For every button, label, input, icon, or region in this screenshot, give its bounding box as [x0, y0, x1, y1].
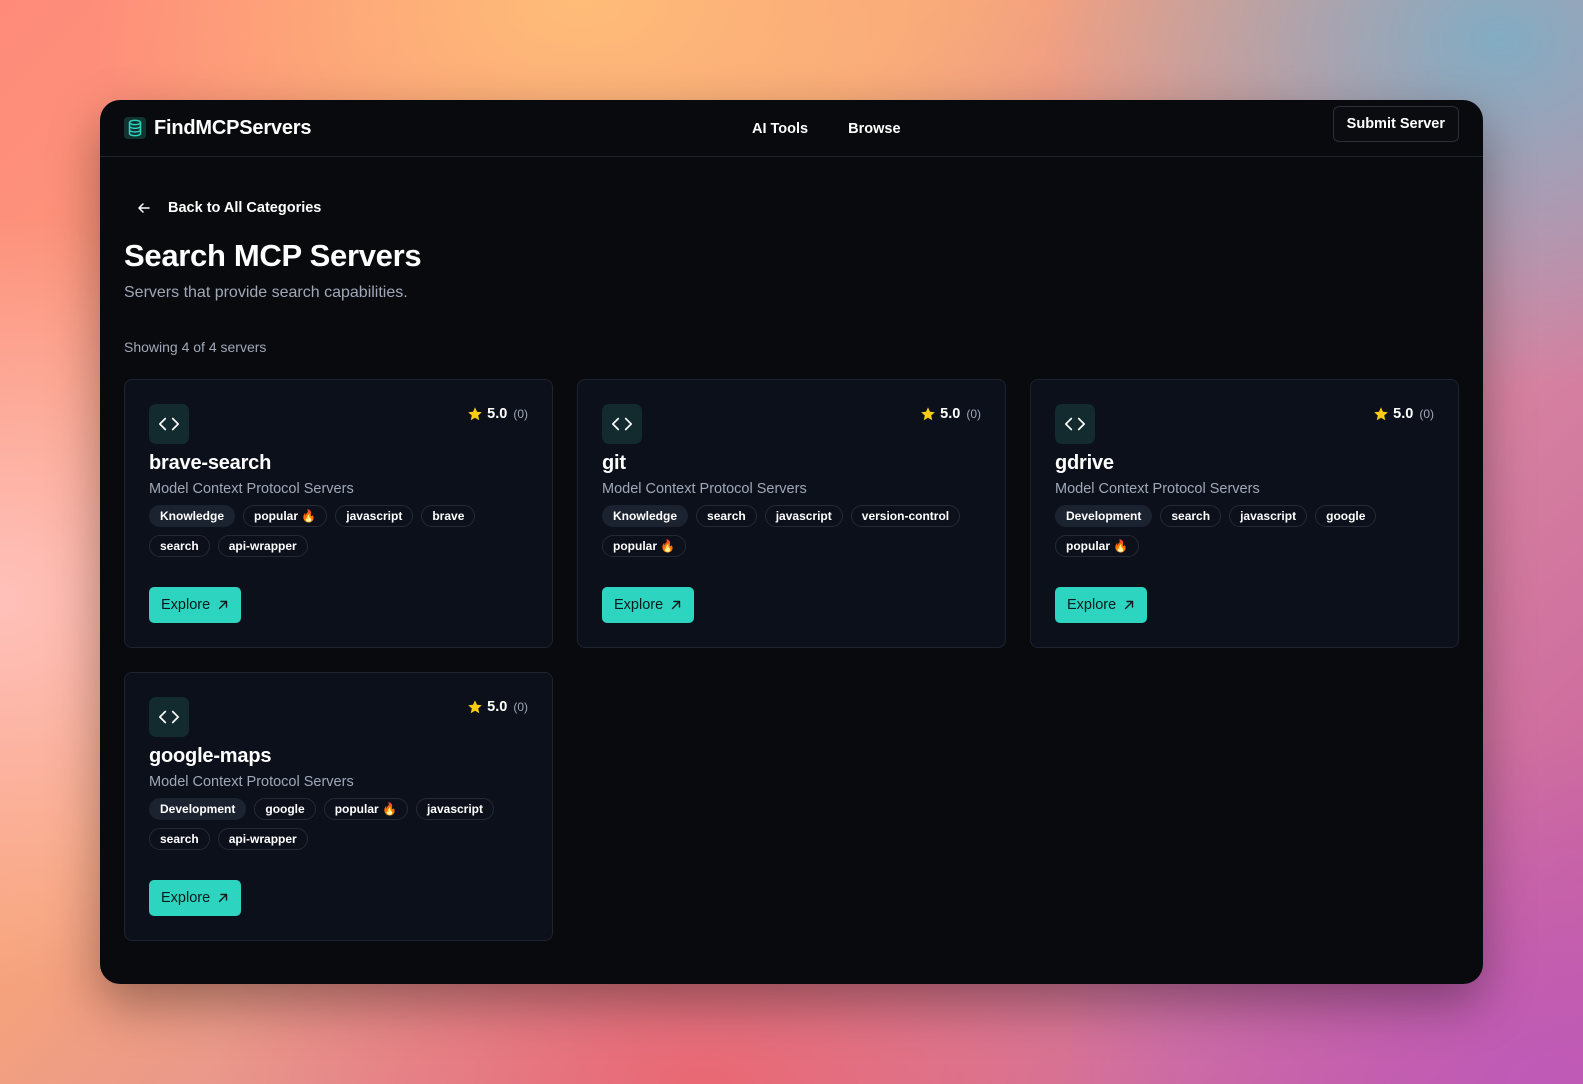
star-icon — [921, 407, 935, 421]
server-card-brave-search[interactable]: 5.0 (0) brave-search Model Context Proto… — [124, 379, 553, 648]
rating-score: 5.0 — [1393, 406, 1414, 422]
tag[interactable]: api-wrapper — [217, 828, 308, 850]
code-icon — [149, 697, 189, 737]
tag-list: Development google popular 🔥 javascript … — [149, 798, 530, 850]
tag-list: Development search javascript google pop… — [1055, 505, 1436, 557]
explore-label: Explore — [614, 597, 664, 613]
tag[interactable]: search — [1160, 505, 1222, 527]
arrow-up-right-icon — [218, 600, 228, 610]
nav-link-browse[interactable]: Browse — [848, 121, 900, 137]
tag[interactable]: version-control — [850, 505, 961, 527]
server-card-git[interactable]: 5.0 (0) git Model Context Protocol Serve… — [577, 379, 1006, 648]
main-nav: AI Tools Browse — [752, 100, 901, 157]
card-title[interactable]: gdrive — [1055, 452, 1434, 475]
back-to-categories-link[interactable]: Back to All Categories — [136, 197, 1459, 219]
category-tag[interactable]: Development — [1055, 505, 1153, 527]
explore-label: Explore — [161, 890, 211, 906]
rating: 5.0 (0) — [467, 406, 528, 422]
code-icon — [602, 404, 642, 444]
card-description: Model Context Protocol Servers — [1055, 481, 1260, 497]
page-subtitle: Servers that provide search capabilities… — [124, 284, 408, 301]
tag[interactable]: javascript — [764, 505, 843, 527]
explore-button[interactable]: Explore — [602, 587, 695, 623]
server-grid: 5.0 (0) brave-search Model Context Proto… — [124, 379, 1459, 941]
tag[interactable]: javascript — [415, 798, 495, 820]
tag[interactable]: search — [149, 828, 210, 850]
card-title[interactable]: google-maps — [149, 745, 528, 768]
server-card-gdrive[interactable]: 5.0 (0) gdrive Model Context Protocol Se… — [1030, 379, 1459, 648]
star-icon — [1374, 407, 1388, 421]
tag[interactable]: popular 🔥 — [1055, 535, 1140, 557]
code-icon — [1055, 404, 1095, 444]
review-count: (0) — [1419, 407, 1434, 421]
rating: 5.0 (0) — [1373, 406, 1434, 422]
explore-button[interactable]: Explore — [149, 587, 242, 623]
server-card-google-maps[interactable]: 5.0 (0) google-maps Model Context Protoc… — [124, 672, 553, 941]
review-count: (0) — [513, 700, 528, 714]
card-title[interactable]: brave-search — [149, 452, 528, 475]
tag-list: Knowledge popular 🔥 javascript brave sea… — [149, 505, 530, 557]
review-count: (0) — [966, 407, 981, 421]
nav-link-ai-tools[interactable]: AI Tools — [752, 121, 808, 137]
rating: 5.0 (0) — [467, 699, 528, 715]
category-tag[interactable]: Development — [149, 798, 247, 820]
explore-label: Explore — [161, 597, 211, 613]
rating-score: 5.0 — [487, 699, 508, 715]
tag[interactable]: popular 🔥 — [243, 505, 328, 527]
tag[interactable]: popular 🔥 — [323, 798, 408, 820]
explore-button[interactable]: Explore — [1055, 587, 1148, 623]
tag[interactable]: brave — [421, 505, 476, 527]
tag[interactable]: popular 🔥 — [602, 535, 687, 557]
tag[interactable]: google — [1315, 505, 1377, 527]
card-description: Model Context Protocol Servers — [149, 774, 354, 790]
back-link-label: Back to All Categories — [168, 200, 322, 216]
rating-score: 5.0 — [487, 406, 508, 422]
tag-list: Knowledge search javascript version-cont… — [602, 505, 983, 557]
arrow-up-right-icon — [218, 893, 228, 903]
tag[interactable]: javascript — [1229, 505, 1308, 527]
tag[interactable]: search — [696, 505, 757, 527]
code-icon — [149, 404, 189, 444]
top-navbar: FindMCPServers AI Tools Browse Submit Se… — [100, 100, 1483, 157]
submit-server-button[interactable]: Submit Server — [1332, 106, 1459, 142]
rating-score: 5.0 — [940, 406, 961, 422]
arrow-up-right-icon — [1124, 600, 1134, 610]
star-icon — [468, 407, 482, 421]
card-title[interactable]: git — [602, 452, 981, 475]
main-content: Back to All Categories Search MCP Server… — [100, 197, 1483, 941]
tag[interactable]: search — [149, 535, 210, 557]
results-count: Showing 4 of 4 servers — [124, 339, 267, 355]
tag[interactable]: javascript — [335, 505, 414, 527]
card-description: Model Context Protocol Servers — [602, 481, 807, 497]
database-icon — [124, 117, 146, 139]
brand-logo[interactable]: FindMCPServers — [124, 117, 311, 140]
card-description: Model Context Protocol Servers — [149, 481, 354, 497]
star-icon — [468, 700, 482, 714]
review-count: (0) — [513, 407, 528, 421]
explore-label: Explore — [1067, 597, 1117, 613]
category-tag[interactable]: Knowledge — [602, 505, 689, 527]
arrow-up-right-icon — [671, 600, 681, 610]
tag[interactable]: api-wrapper — [217, 535, 308, 557]
category-tag[interactable]: Knowledge — [149, 505, 236, 527]
app-window: FindMCPServers AI Tools Browse Submit Se… — [100, 100, 1483, 984]
tag[interactable]: google — [254, 798, 316, 820]
brand-name: FindMCPServers — [154, 116, 312, 139]
arrow-left-icon — [138, 203, 150, 213]
explore-button[interactable]: Explore — [149, 880, 242, 916]
rating: 5.0 (0) — [920, 406, 981, 422]
page-title: Search MCP Servers — [124, 238, 422, 273]
